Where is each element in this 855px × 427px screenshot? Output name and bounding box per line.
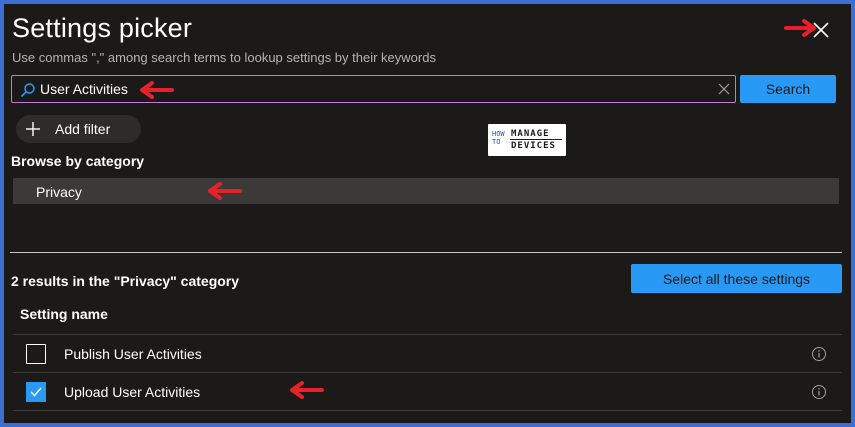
category-item-privacy[interactable]: Privacy xyxy=(13,178,839,204)
category-item-label: Privacy xyxy=(36,184,82,200)
page-subtitle: Use commas "," among search terms to loo… xyxy=(12,50,436,65)
settings-picker-panel: Settings picker Use commas "," among sea… xyxy=(4,4,851,423)
search-box xyxy=(11,75,736,103)
annotation-arrow-icon xyxy=(784,19,816,37)
how-to-manage-devices-logo: HOW TO MANAGE DEVICES xyxy=(488,124,566,156)
logo-text-manage: MANAGE xyxy=(511,129,550,139)
column-header-setting-name: Setting name xyxy=(20,306,108,322)
setting-checkbox-publish-user-activities[interactable] xyxy=(26,344,46,364)
add-filter-button[interactable]: Add filter xyxy=(16,115,141,143)
clear-icon[interactable] xyxy=(718,83,730,95)
setting-name: Upload User Activities xyxy=(64,384,201,400)
browse-by-category-heading: Browse by category xyxy=(11,153,145,169)
select-all-settings-button[interactable]: Select all these settings xyxy=(631,264,842,293)
plus-icon xyxy=(26,122,40,136)
logo-text-how: HOW TO xyxy=(492,130,505,146)
results-heading: 2 results in the "Privacy" category xyxy=(11,273,240,289)
info-icon[interactable] xyxy=(811,346,827,362)
annotation-arrow-icon xyxy=(290,381,324,399)
annotation-arrow-icon xyxy=(140,81,174,99)
table-row: Publish User Activities xyxy=(13,335,842,372)
checkmark-icon xyxy=(30,387,42,397)
setting-name: Publish User Activities xyxy=(64,346,202,362)
search-input[interactable] xyxy=(40,79,680,99)
info-icon[interactable] xyxy=(811,384,827,400)
section-divider xyxy=(10,252,842,253)
logo-divider xyxy=(510,139,562,140)
add-filter-label: Add filter xyxy=(55,121,111,137)
search-icon xyxy=(20,83,35,98)
row-divider xyxy=(13,410,842,411)
setting-checkbox-upload-user-activities[interactable] xyxy=(26,382,46,402)
page-title: Settings picker xyxy=(12,13,193,43)
annotation-arrow-icon xyxy=(208,182,242,200)
logo-text-devices: DEVICES xyxy=(511,141,556,151)
search-button[interactable]: Search xyxy=(740,75,836,103)
table-row: Upload User Activities xyxy=(13,373,842,410)
